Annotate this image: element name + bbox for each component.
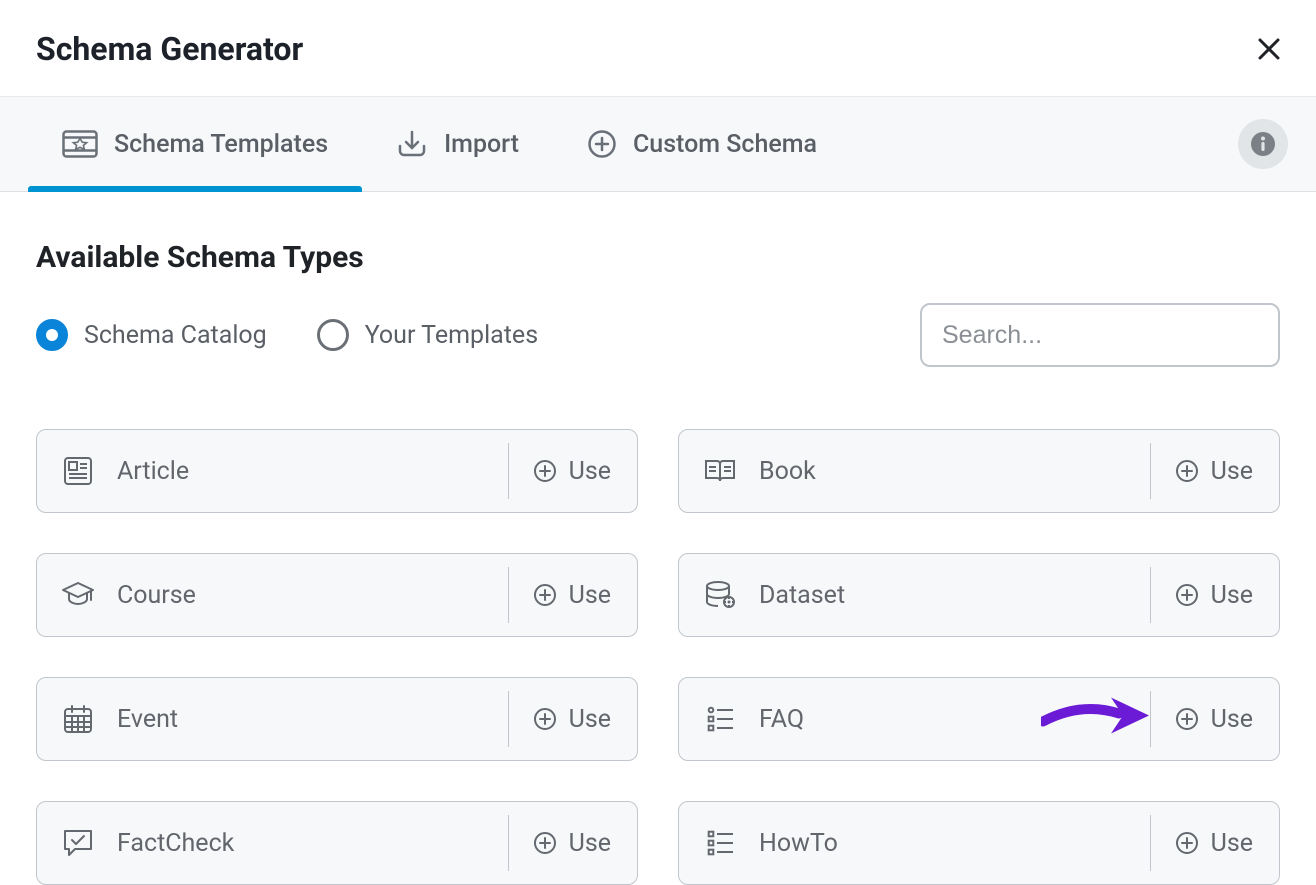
card-factcheck[interactable]: FactCheck Use: [36, 801, 638, 885]
tab-label: Import: [444, 130, 519, 159]
radio-icon: [36, 319, 68, 351]
use-label: Use: [1211, 581, 1253, 610]
card-label: Course: [117, 581, 196, 610]
plus-circle-icon: [587, 129, 617, 159]
book-icon: [703, 457, 737, 485]
plus-circle-icon: [533, 707, 557, 731]
annotation-arrow-icon: [1041, 692, 1151, 747]
use-button[interactable]: Use: [508, 443, 637, 499]
use-label: Use: [1211, 705, 1253, 734]
card-label: FactCheck: [117, 829, 234, 858]
close-button[interactable]: [1258, 38, 1280, 60]
card-book[interactable]: Book Use: [678, 429, 1280, 513]
use-label: Use: [569, 705, 611, 734]
card-event[interactable]: Event Use: [36, 677, 638, 761]
card-article[interactable]: Article Use: [36, 429, 638, 513]
search-input[interactable]: [920, 303, 1280, 367]
card-label: FAQ: [759, 705, 804, 734]
plus-circle-icon: [1175, 707, 1199, 731]
tab-label: Schema Templates: [114, 130, 328, 159]
radio-schema-catalog[interactable]: Schema Catalog: [36, 319, 267, 351]
tab-label: Custom Schema: [633, 130, 817, 159]
template-grid: Article Use: [36, 429, 1280, 885]
tab-import[interactable]: Import: [362, 97, 553, 191]
faq-icon: [703, 704, 737, 734]
filter-row: Schema Catalog Your Templates: [36, 303, 1280, 367]
use-label: Use: [569, 581, 611, 610]
section-title: Available Schema Types: [36, 240, 1280, 275]
use-button[interactable]: Use: [1150, 815, 1279, 871]
card-label: Book: [759, 457, 816, 486]
radio-icon: [317, 319, 349, 351]
howto-icon: [703, 828, 737, 858]
factcheck-icon: [61, 828, 95, 858]
use-button[interactable]: Use: [508, 815, 637, 871]
dialog-header: Schema Generator: [0, 0, 1316, 96]
use-button[interactable]: Use: [508, 567, 637, 623]
card-howto[interactable]: HowTo Use: [678, 801, 1280, 885]
info-icon: [1250, 131, 1276, 157]
use-button[interactable]: Use: [1150, 691, 1279, 747]
radio-label: Schema Catalog: [84, 321, 267, 350]
card-label: Event: [117, 705, 178, 734]
plus-circle-icon: [533, 459, 557, 483]
card-course[interactable]: Course Use: [36, 553, 638, 637]
radio-your-templates[interactable]: Your Templates: [317, 319, 538, 351]
use-button[interactable]: Use: [1150, 567, 1279, 623]
tab-custom-schema[interactable]: Custom Schema: [553, 97, 851, 191]
tab-bar: Schema Templates Import Custom Schema: [0, 96, 1316, 192]
ticket-icon: [62, 130, 98, 158]
info-button[interactable]: [1238, 119, 1288, 169]
use-button[interactable]: Use: [1150, 443, 1279, 499]
dialog-title: Schema Generator: [36, 30, 303, 68]
card-dataset[interactable]: Dataset Use: [678, 553, 1280, 637]
use-label: Use: [569, 457, 611, 486]
radio-label: Your Templates: [365, 321, 538, 350]
content-area: Available Schema Types Schema Catalog Yo…: [0, 192, 1316, 885]
use-label: Use: [1211, 829, 1253, 858]
plus-circle-icon: [533, 583, 557, 607]
tab-schema-templates[interactable]: Schema Templates: [28, 97, 362, 191]
use-button[interactable]: Use: [508, 691, 637, 747]
article-icon: [61, 456, 95, 486]
use-label: Use: [1211, 457, 1253, 486]
card-label: HowTo: [759, 829, 838, 858]
card-faq[interactable]: FAQ Use: [678, 677, 1280, 761]
plus-circle-icon: [1175, 583, 1199, 607]
dataset-icon: [703, 580, 737, 610]
plus-circle-icon: [1175, 831, 1199, 855]
import-icon: [396, 130, 428, 158]
plus-circle-icon: [1175, 459, 1199, 483]
event-icon: [61, 704, 95, 734]
close-icon: [1258, 38, 1280, 60]
use-label: Use: [569, 829, 611, 858]
card-label: Article: [117, 457, 189, 486]
card-label: Dataset: [759, 581, 845, 610]
course-icon: [61, 580, 95, 610]
plus-circle-icon: [533, 831, 557, 855]
